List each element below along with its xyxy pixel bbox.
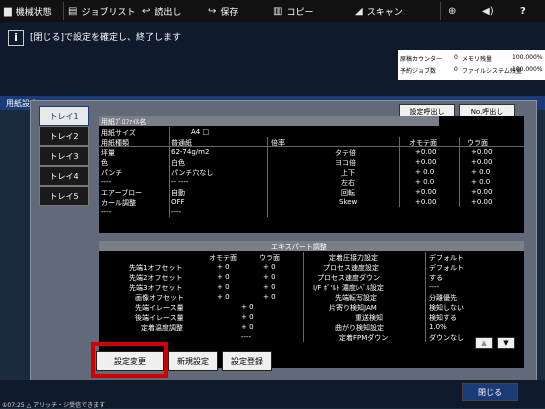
scan-icon: ◢ — [355, 5, 363, 17]
new-settings-button[interactable]: 新規設定 — [168, 351, 218, 371]
scan-button[interactable]: ◢ スキャン — [355, 1, 403, 21]
mag-row: タテ倍 +0.00 +0.00 — [335, 148, 493, 157]
tab-tray2[interactable]: トレイ2 — [39, 126, 89, 146]
job-list-button[interactable]: ▤ ジョブリスト — [68, 1, 135, 21]
speaker-icon[interactable]: ◀) — [482, 1, 498, 21]
list-icon: ▤ — [68, 5, 78, 17]
expert-right-row: 定着圧接力設定 デフォルト — [329, 254, 464, 262]
mag-header-row: 倍率 オモテ面 ウラ面 — [271, 139, 488, 147]
tab-tray4[interactable]: トレイ4 — [39, 166, 89, 186]
counter-row: 原稿カウンター 0 メモリ残量 100.000% — [400, 54, 543, 63]
expert-title-row: エキスパート調整 — [99, 241, 524, 251]
mag-row: Skew +0.00 +0.00 — [339, 198, 493, 206]
counter-row: 予約ジョブ数 0 ファイルシステム残量 100.000% — [400, 66, 543, 75]
tab-tray3[interactable]: トレイ3 — [39, 146, 89, 166]
paper-info-table: 用紙ﾌﾟﾛﾌｧｲﾙ名 用紙サイズ A4 □ 用紙種類 普通紙 坪量 62-74g/m2… — [99, 116, 524, 233]
expert-right-row: 重送検知 検知する — [355, 314, 457, 322]
save-button[interactable]: ↪ 保存 — [208, 1, 238, 21]
profile-name-row: 用紙ﾌﾟﾛﾌｧｲﾙ名 — [99, 116, 439, 126]
message-text: [閉じる]で設定を確定し、終了します — [30, 33, 182, 43]
tab-tray5[interactable]: トレイ5 — [39, 186, 89, 206]
message-area: i [閉じる]で設定を確定し、終了します 原稿カウンター 0 メモリ残量 100… — [0, 22, 545, 96]
help-icon[interactable]: ? — [520, 1, 530, 21]
scroll-up-button[interactable]: ▲ — [475, 337, 493, 349]
recall-button[interactable]: ↩ 読出し — [142, 1, 181, 21]
mag-row: 回転 +0.00 +0.00 — [341, 188, 493, 197]
close-button[interactable]: 閉じる — [462, 383, 518, 401]
copy-button[interactable]: ▥ コピー — [273, 1, 313, 21]
top-toolbar: ▆ 機械状態 ▤ ジョブリスト ↩ 読出し ↪ 保存 ▥ コピー ◢ スキャン … — [0, 0, 545, 22]
expert-right-row: プロセス速度設定 デフォルト — [323, 264, 464, 272]
tab-tray1[interactable]: トレイ1 — [39, 106, 89, 126]
save-icon: ↪ — [208, 5, 217, 17]
expert-right-row: 定着FPMダウン ダウンなし — [339, 334, 464, 342]
counter-panel: 原稿カウンター 0 メモリ残量 100.000% 予約ジョブ数 0 ファイルシス… — [398, 50, 545, 80]
machine-icon: ▆ — [4, 5, 12, 17]
globe-icon[interactable]: ⊕ — [448, 1, 460, 21]
machine-status-button[interactable]: ▆ 機械状態 — [4, 1, 52, 21]
expert-right-row: 先端転写設定 分離優先 — [335, 294, 457, 302]
recall-icon: ↩ — [142, 5, 151, 17]
mag-row: 上下 + 0.0 + 0.0 — [341, 168, 491, 177]
settings-register-button[interactable]: 設定登録 — [222, 351, 272, 371]
expert-right-row: 曲がり検知設定 1.0% — [335, 323, 447, 332]
mag-row: ヨコ倍 +0.00 +0.00 — [335, 158, 493, 167]
expert-right-row: 片寄り検知JAM 検知しない — [329, 304, 464, 312]
paper-row: 用紙サイズ A4 □ — [101, 128, 210, 137]
info-icon: i — [8, 30, 24, 46]
expert-right-row: I/F ﾎﾞ'ﾙﾄ 濃度ﾚﾍﾞﾙ設定 ---- — [313, 283, 440, 292]
paper-row: ---- ---- — [101, 208, 182, 216]
scroll-down-button[interactable]: ▼ — [497, 337, 515, 349]
expert-right-row: プロセス速度ダウン する — [317, 274, 443, 282]
copy-icon: ▥ — [273, 5, 283, 17]
highlight-box — [91, 342, 168, 378]
mag-row: 左右 + 0.0 + 0.0 — [341, 178, 491, 187]
